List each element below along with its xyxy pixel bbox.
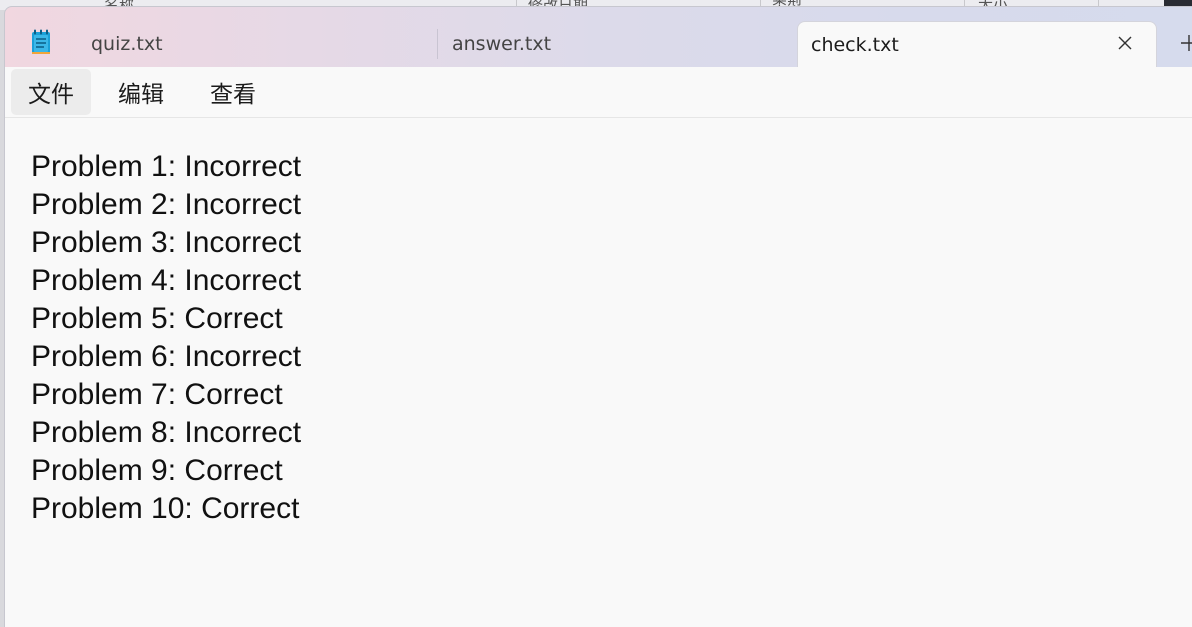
notepad-icon — [31, 29, 51, 55]
menu-bar: 文件 编辑 查看 — [5, 67, 1192, 118]
menu-view[interactable]: 查看 — [193, 69, 273, 115]
menu-edit[interactable]: 编辑 — [103, 69, 179, 115]
tab-quiz[interactable]: quiz.txt — [91, 21, 439, 67]
tab-label: quiz.txt — [91, 33, 163, 55]
text-line: Problem 1: Incorrect — [31, 150, 302, 183]
notepad-window: quiz.txt answer.txt check.txt 文件 编辑 查看 P… — [4, 6, 1192, 627]
tab-label: answer.txt — [452, 33, 552, 55]
menu-file[interactable]: 文件 — [11, 69, 91, 115]
text-line: Problem 3: Incorrect — [31, 226, 302, 259]
text-line: Problem 7: Correct — [31, 378, 283, 411]
text-line: Problem 9: Correct — [31, 454, 283, 487]
text-line: Problem 10: Correct — [31, 492, 300, 525]
tab-bar: quiz.txt answer.txt check.txt — [5, 7, 1192, 67]
plus-icon[interactable] — [1177, 31, 1192, 55]
tab-label: check.txt — [811, 33, 899, 56]
close-icon[interactable] — [1116, 34, 1134, 52]
text-line: Problem 8: Incorrect — [31, 416, 302, 449]
tab-check[interactable]: check.txt — [797, 21, 1157, 67]
text-line: Problem 5: Correct — [31, 302, 283, 335]
text-line: Problem 4: Incorrect — [31, 264, 302, 297]
text-line: Problem 2: Incorrect — [31, 188, 302, 221]
text-line: Problem 6: Incorrect — [31, 340, 302, 373]
tab-answer[interactable]: answer.txt — [437, 29, 797, 59]
text-editor[interactable]: Problem 1: Incorrect Problem 2: Incorrec… — [5, 118, 1192, 627]
